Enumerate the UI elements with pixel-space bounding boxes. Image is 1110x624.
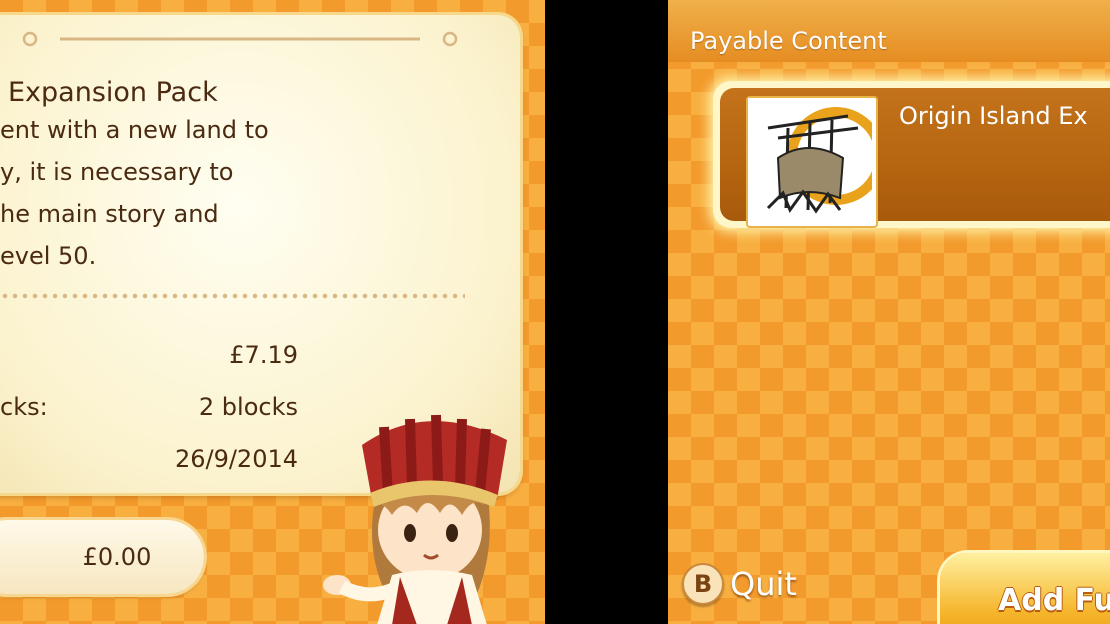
description-line-3: he main story and bbox=[0, 200, 219, 228]
purchase-price-button[interactable]: £0.00 bbox=[0, 520, 204, 594]
quit-label: Quit bbox=[730, 565, 797, 603]
add-funds-label: Add Fu bbox=[998, 583, 1110, 618]
description-line-4: evel 50. bbox=[0, 242, 97, 270]
top-ornament-icon bbox=[22, 31, 458, 47]
pack-title: Expansion Pack bbox=[8, 77, 218, 108]
blocks-value: 2 blocks bbox=[198, 393, 298, 421]
content-list-item[interactable]: Origin Island Ex bbox=[713, 81, 1110, 228]
right-screen: Payable Content Origin Island Ex B Quit … bbox=[668, 0, 1110, 624]
content-list-item-body: Origin Island Ex bbox=[720, 88, 1110, 228]
b-button-icon: B bbox=[682, 563, 724, 605]
quit-button[interactable]: B Quit bbox=[682, 563, 797, 605]
card-divider bbox=[0, 293, 465, 299]
price-value: £7.19 bbox=[229, 341, 298, 369]
item-thumbnail bbox=[746, 96, 885, 228]
screen-divider bbox=[545, 0, 668, 624]
shopkeeper-character-icon bbox=[323, 414, 507, 624]
release-date-value: 26/9/2014 bbox=[174, 445, 298, 473]
item-name: Origin Island Ex bbox=[899, 102, 1088, 130]
left-screen: Expansion Pack ent with a new land to y,… bbox=[0, 0, 545, 624]
add-funds-button[interactable]: Add Fu bbox=[940, 553, 1110, 624]
origin-island-artwork-icon bbox=[748, 98, 885, 222]
description-line-1: ent with a new land to bbox=[0, 116, 269, 144]
page-title: Payable Content bbox=[690, 27, 887, 55]
blocks-label: cks: bbox=[0, 393, 48, 421]
purchase-price-label: £0.00 bbox=[82, 543, 152, 571]
description-line-2: y, it is necessary to bbox=[0, 158, 234, 186]
header-bar: Payable Content bbox=[668, 0, 1110, 62]
